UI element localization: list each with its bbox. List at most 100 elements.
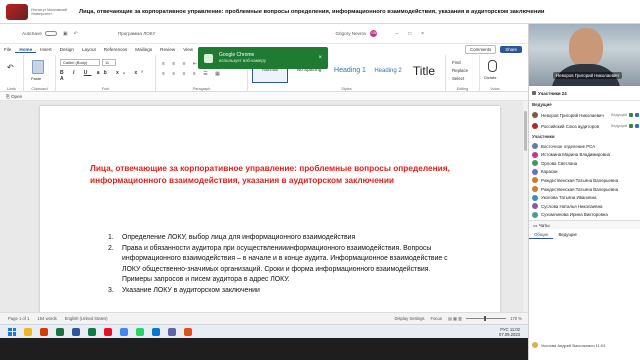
user-avatar[interactable]: GN <box>370 30 378 37</box>
zoom-slider[interactable] <box>466 316 507 321</box>
style-heading-1[interactable]: Heading 1 <box>330 58 370 83</box>
taskbar-app-icon[interactable] <box>104 327 112 336</box>
comments-button[interactable]: Comments <box>465 45 497 54</box>
taskbar-app-icon[interactable] <box>88 327 96 336</box>
style-heading-2[interactable]: Heading 2 <box>370 58 406 83</box>
conference-title: Лица, отвечающие за корпоративное управл… <box>79 8 545 15</box>
dictate-label: Dictate <box>484 75 497 80</box>
chat-tabs: Общие Ведущие <box>529 230 640 239</box>
view-icons[interactable]: ▤ ▦ ▥ <box>448 316 462 321</box>
presenters-label: Ведущие <box>532 102 552 107</box>
system-tray[interactable]: РУС 11:02 07.09.2023 <box>499 327 520 337</box>
autosave-toggle[interactable] <box>44 31 57 36</box>
language-status[interactable]: English (United States) <box>65 316 108 321</box>
list-text: Указание ЛОКУ в аудиторском заключении <box>122 286 260 294</box>
presenter-row[interactable]: Неворов Григорий Николаевич Ведущий <box>529 110 640 120</box>
voice-group: Dictate Voice <box>480 55 510 92</box>
select-button[interactable]: Select <box>452 75 468 83</box>
taskbar-app-icon[interactable] <box>152 327 160 336</box>
windows-start-icon[interactable] <box>8 327 16 336</box>
attendee-row[interactable]: Истомина Марина Владимировна <box>529 151 640 159</box>
attendee-row[interactable]: Уколова Татьяна Ивановна <box>529 194 640 202</box>
window-controls[interactable]: –□× <box>395 31 434 37</box>
page-count[interactable]: Page 1 of 1 <box>8 316 29 321</box>
taskbar-app-icon[interactable] <box>184 327 192 336</box>
camera-icon[interactable] <box>635 113 639 117</box>
taskbar-app-icon[interactable] <box>24 327 32 336</box>
style-heading-1-label: Heading 1 <box>334 67 366 74</box>
presenter-name: Российский Союз аудиторов <box>541 123 599 129</box>
chat-header[interactable]: ▭ Чаты <box>529 220 640 229</box>
menu-file[interactable]: File <box>0 47 15 52</box>
microphone-icon[interactable] <box>488 60 497 72</box>
avatar <box>532 112 538 118</box>
microphone-icon[interactable] <box>629 113 633 117</box>
presenter-row[interactable]: Российский Союз аудиторов Ведущий <box>529 121 640 131</box>
taskbar-app-icon[interactable] <box>72 327 80 336</box>
open-label[interactable]: Open <box>11 94 22 99</box>
menu-layout[interactable]: Layout <box>78 47 100 52</box>
paste-icon[interactable] <box>32 60 44 74</box>
taskbar-app-icon[interactable] <box>168 327 176 336</box>
attendee-row[interactable]: Восточное отделение РСА <box>529 142 640 150</box>
format-buttons[interactable]: B I U ab x₂ x² A <box>60 70 155 82</box>
word-count[interactable]: 154 words <box>37 316 56 321</box>
attendee-row[interactable]: Сухомлинова Ирина Викторовна <box>529 211 640 219</box>
windows-taskbar: РУС 11:02 07.09.2023 <box>0 324 528 338</box>
save-icon[interactable]: ▣ <box>63 31 68 37</box>
find-button[interactable]: Find <box>452 59 468 67</box>
attendee-row[interactable]: Суслова Наталья Николаевна <box>529 202 640 210</box>
voice-group-label: Voice <box>490 87 500 91</box>
display-settings[interactable]: Display Settings <box>394 316 424 321</box>
camera-icon[interactable] <box>635 124 639 128</box>
taskbar-app-icon[interactable] <box>136 327 144 336</box>
font-name-select[interactable]: Calibri (Body) <box>60 59 100 66</box>
menu-insert[interactable]: Insert <box>36 47 56 52</box>
menu-view[interactable]: View <box>179 47 197 52</box>
attendee-row[interactable]: Рождественская Татьяна Валерьевна <box>529 176 640 184</box>
attendee-name: Уколова Татьяна Ивановна <box>541 195 597 201</box>
style-title[interactable]: Title <box>406 58 442 83</box>
tab-general[interactable]: Общие <box>529 230 554 239</box>
attendee-name: Караски <box>541 169 558 175</box>
attendee-row[interactable]: Рождественская Татьяна Валерьевна <box>529 185 640 193</box>
menu-review[interactable]: Review <box>156 47 179 52</box>
participants-header[interactable]: Участники 24 <box>529 88 640 98</box>
menu-home[interactable]: Home <box>15 47 37 53</box>
menu-references[interactable]: References <box>100 47 132 52</box>
replace-button[interactable]: Replace <box>452 67 468 75</box>
speaker-video[interactable]: Неворов Григорий Николаевич <box>529 24 640 86</box>
attendee-row[interactable]: Караски <box>529 168 640 176</box>
tab-presenters[interactable]: Ведущие <box>553 230 582 239</box>
focus-mode[interactable]: Focus <box>431 316 442 321</box>
font-group-label: Font <box>101 87 110 91</box>
close-icon[interactable]: × <box>318 55 322 61</box>
presenter-role: Ведущий <box>610 124 627 128</box>
attendee-row[interactable]: Орлова Светлана <box>529 159 640 167</box>
participants-label: Участники 24 <box>538 91 640 96</box>
presenter-name: Неворов Григорий Николаевич <box>541 112 604 118</box>
taskbar-app-icon[interactable] <box>120 327 128 336</box>
document-area: Лица, отвечающие за корпоративное управл… <box>0 101 528 312</box>
menu-design[interactable]: Design <box>56 47 78 52</box>
menu-mailings[interactable]: Mailings <box>131 47 156 52</box>
document-page[interactable]: Лица, отвечающие за корпоративное управл… <box>40 106 500 312</box>
divider <box>529 100 640 101</box>
webcam-notification[interactable]: Google Chrome использует вэб-камеру × <box>198 47 328 69</box>
align-buttons[interactable]: ≡ ≡ ≡ ≡ ☰ ▦ <box>162 71 223 77</box>
list-number: 3. <box>108 286 114 294</box>
scroll-thumb[interactable] <box>524 111 527 151</box>
list-number: 1. <box>108 234 114 241</box>
open-bar: ⎘ Open <box>0 92 528 101</box>
attendee-name: Истомина Марина Владимировна <box>541 152 610 158</box>
font-size-select[interactable]: 11 <box>102 59 116 66</box>
undo-icon[interactable]: ↶ <box>74 31 78 37</box>
share-button[interactable]: Share <box>500 46 522 53</box>
microphone-icon[interactable] <box>629 124 633 128</box>
taskbar-app-icon[interactable] <box>56 327 64 336</box>
undo-ribbon-icon[interactable]: ↶ <box>7 63 14 72</box>
paragraph-group-label: Paragraph <box>192 87 211 91</box>
taskbar-app-icon[interactable] <box>40 327 48 336</box>
zoom-level[interactable]: 170 % <box>510 316 522 321</box>
undo-group: ↶ Undo <box>0 55 24 92</box>
